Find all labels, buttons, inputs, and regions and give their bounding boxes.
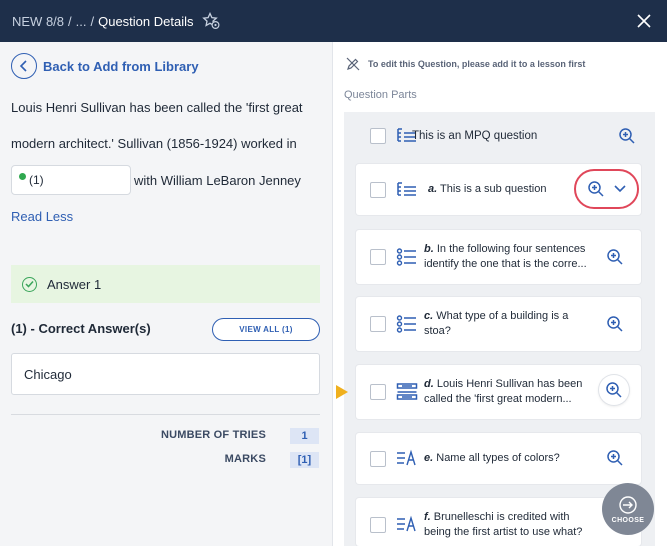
current-item-pointer-icon [336,385,348,399]
breadcrumb-current: Question Details [98,13,194,29]
zoom-in-button[interactable] [599,375,629,405]
question-detail-panel: Back to Add from Library Louis Henri Sul… [0,42,332,546]
view-all-button[interactable]: VIEW ALL (1) [212,318,320,341]
sub-question-checkbox[interactable] [370,451,386,467]
sub-question-label: Brunelleschi is credited with [433,511,570,523]
marks-value: [1] [290,452,319,468]
sub-question-card-b[interactable]: b. In the following four sentences identi… [356,230,641,284]
sub-question-letter: b. [424,243,434,255]
sub-question-text: c. What type of a building is a stoa? [424,309,604,339]
sub-question-letter: e. [424,452,434,464]
highlight-ring [574,169,639,209]
breadcrumb-new[interactable]: NEW 8/8 [12,14,64,29]
blank-label: (1) [29,173,44,187]
breadcrumb-ellipsis[interactable]: ... [76,14,87,29]
text-answer-icon [396,449,418,469]
choose-label: CHOOSE [611,516,645,524]
sub-question-label: stoa? [424,325,451,337]
sub-question-label: called the 'first great modern... [424,393,572,405]
breadcrumb-separator: / [68,13,72,29]
zoom-in-icon[interactable] [606,248,624,266]
marks-label: MARKS [224,453,266,465]
close-icon[interactable] [635,12,653,30]
correct-answers-title: (1) - Correct Answer(s) [11,321,151,336]
sub-question-checkbox[interactable] [370,249,386,265]
tries-label: NUMBER OF TRIES [160,429,266,441]
main-question-row[interactable]: This is an MPQ question [356,120,641,152]
correct-answer-field: Chicago [11,353,320,395]
fill-blank-icon [396,382,418,402]
sub-question-checkbox[interactable] [370,182,386,198]
edit-note: To edit this Question, please add it to … [346,57,585,71]
zoom-in-icon [606,382,622,398]
sub-question-letter: f. [424,511,431,523]
zoom-in-icon[interactable] [606,315,624,333]
top-header-bar: NEW 8/8 / ... / Question Details [0,0,667,42]
sub-question-label: being the first artist to use what? [424,526,583,538]
bullet-list-icon [396,247,418,267]
sub-question-label: Louis Henri Sullivan has been [436,378,583,390]
question-text-line: modern architect.' Sullivan (1856-1924) … [11,136,297,151]
tries-value: 1 [290,428,319,444]
star-settings-icon[interactable] [201,12,220,30]
chevron-left-icon [11,53,37,79]
divider [11,414,320,415]
back-label: Back to Add from Library [43,58,199,74]
answer-banner[interactable]: Answer 1 [11,265,320,303]
sub-question-letter: c. [424,310,434,322]
sub-question-card-c[interactable]: c. What type of a building is a stoa? [356,297,641,351]
choose-button[interactable]: CHOOSE [602,483,654,535]
check-circle-icon [22,276,37,292]
sub-question-text: e. Name all types of colors? [424,451,604,466]
zoom-in-icon[interactable] [618,127,636,145]
breadcrumb-separator: / [90,13,95,29]
answer-banner-label: Answer 1 [47,276,102,292]
sub-question-card-e[interactable]: e. Name all types of colors? [356,433,641,484]
edit-note-text: To edit this Question, please add it to … [368,59,586,69]
main-question-checkbox[interactable] [370,128,386,144]
edit-disabled-icon [346,57,360,71]
sub-question-text: d. Louis Henri Sullivan has been called t… [424,377,604,407]
status-dot [19,172,26,180]
sub-question-text: b. In the following four sentences identi… [424,242,604,272]
main-question-text: This is an MPQ question [412,130,538,142]
sub-question-checkbox[interactable] [370,384,386,400]
indent-list-icon [396,180,418,200]
sub-question-label: In the following four sentences [436,243,586,255]
sub-question-card-f[interactable]: f. Brunelleschi is credited with being th… [356,498,641,546]
sub-question-label: What type of a building is a [436,310,569,322]
sub-question-checkbox[interactable] [370,517,386,533]
question-text-line: Louis Henri Sullivan has been called the… [11,100,303,115]
zoom-in-icon[interactable] [606,449,624,467]
question-parts-label: Question Parts [344,89,417,101]
back-to-library-button[interactable]: Back to Add from Library [11,53,199,79]
sub-question-text: f. Brunelleschi is credited with being th… [424,510,604,540]
question-text-line: with William LeBaron Jenney [134,173,301,188]
sub-question-label: identify the one that is the corre... [424,258,587,270]
sub-question-letter: a. [428,183,438,195]
read-less-link[interactable]: Read Less [11,209,73,224]
sub-question-label: Name all types of colors? [436,452,560,464]
sub-question-checkbox[interactable] [370,316,386,332]
bullet-list-icon [396,314,418,334]
text-answer-icon [396,515,418,535]
sub-question-letter: d. [424,378,434,390]
sub-question-label: This is a sub question [440,183,547,195]
enter-icon [619,495,637,514]
blank-answer-field[interactable]: (1) [11,165,131,195]
